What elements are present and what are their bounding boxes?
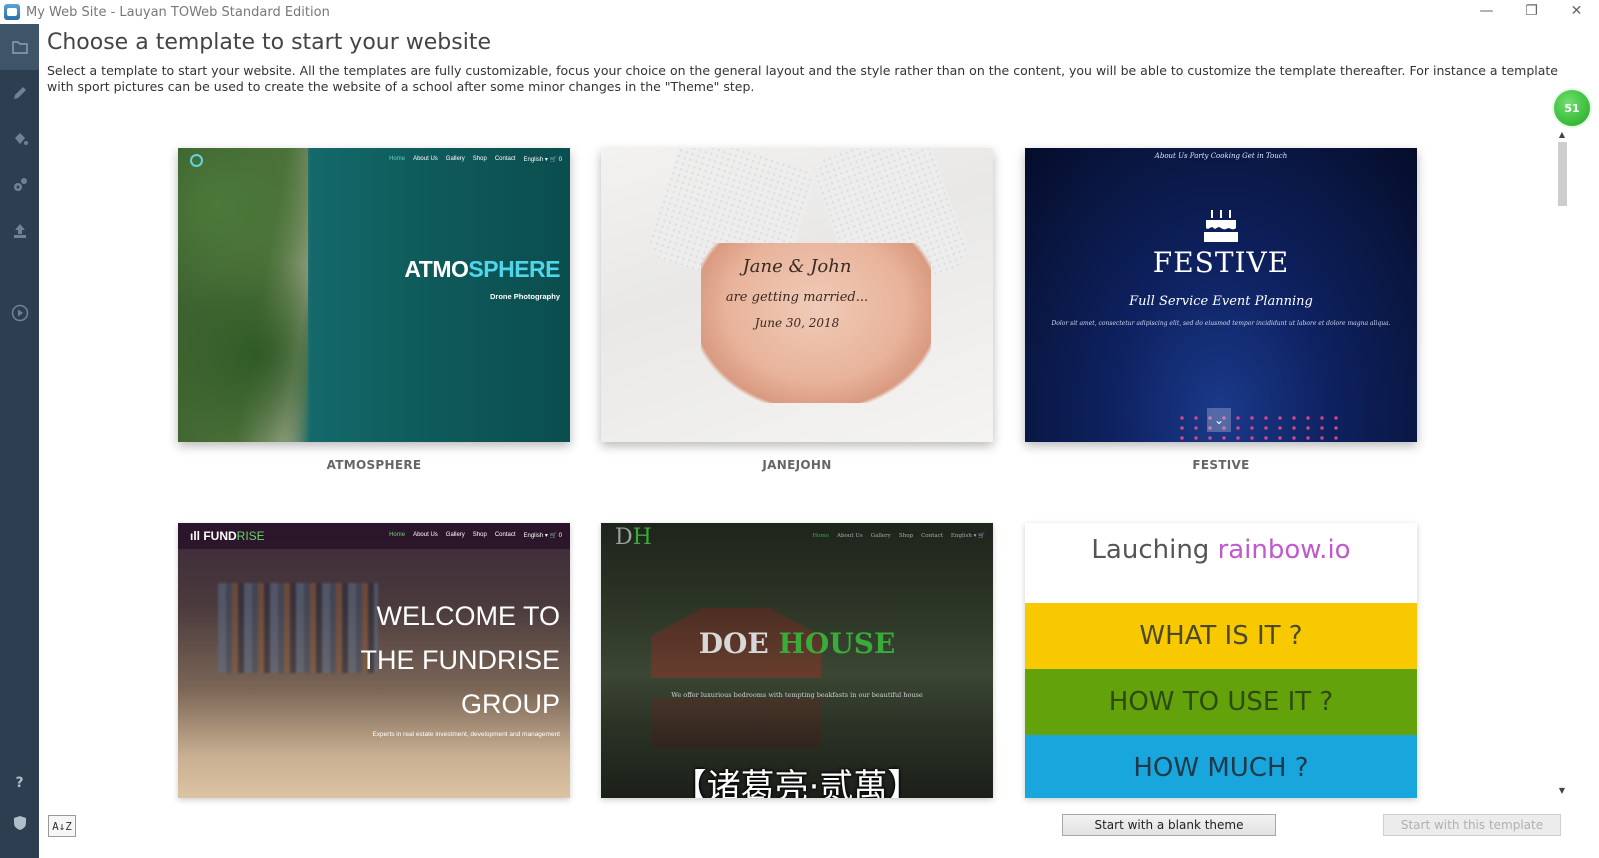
preview-band-blue: HOW MUCH ?: [1025, 735, 1417, 798]
preview-title: ATMOSPHERE: [404, 256, 560, 282]
start-blank-theme-button[interactable]: Start with a blank theme: [1062, 814, 1276, 836]
template-name: ATMOSPHERE: [326, 458, 422, 472]
preview-nav: Home About Us Gallery Shop Contact Engli…: [389, 156, 562, 163]
preview-subtitle: are getting married...: [725, 290, 869, 305]
template-card-rainbow[interactable]: Lauching rainbow.io WHAT IS IT ? HOW TO …: [1025, 523, 1417, 798]
scroll-down-arrow-icon[interactable]: ▼: [1557, 786, 1567, 796]
sidebar-item-theme[interactable]: [0, 116, 39, 162]
close-button[interactable]: ✕: [1554, 0, 1599, 22]
preview-logo: ıll FUNDRISE: [190, 529, 265, 543]
scroll-up-arrow-icon[interactable]: ▲: [1557, 130, 1567, 140]
template-card-atmosphere[interactable]: Home About Us Gallery Shop Contact Engli…: [178, 148, 570, 472]
watermark-overlay-text: 【诸葛亮·贰萬】: [672, 767, 922, 798]
preview-subtitle: Drone Photography: [489, 292, 560, 301]
template-card-doehouse[interactable]: DH Home About Us Gallery Shop Contact En…: [601, 523, 993, 798]
paint-bucket-icon: [14, 133, 28, 145]
preview-subtitle: Experts in real estate investment, devel…: [372, 731, 560, 738]
title-bar: My Web Site - Lauyan TOWeb Standard Edit…: [0, 0, 1599, 24]
start-with-template-button[interactable]: Start with this template: [1383, 814, 1561, 836]
shield-icon: [13, 816, 26, 830]
template-preview-doehouse[interactable]: DH Home About Us Gallery Shop Contact En…: [601, 523, 993, 798]
preview-band-yellow: WHAT IS IT ?: [1025, 603, 1417, 669]
preview-nav: Home About Us Gallery Shop Contact Engli…: [812, 533, 985, 539]
chevron-down-icon: ⌄: [1207, 408, 1231, 432]
preview-title: Jane & John: [742, 256, 852, 277]
template-name: FESTIVE: [1192, 458, 1250, 472]
preview-description: Dolor sit amet, consectetur adipiscing e…: [1051, 320, 1391, 327]
preview-title: DOE HOUSE: [698, 627, 896, 660]
preview-heading-line: THE FUNDRISE: [360, 645, 560, 675]
window-controls: — ❐ ✕: [1464, 0, 1599, 22]
sidebar-item-security[interactable]: [0, 800, 39, 846]
template-name: JANEJOHN: [762, 458, 832, 472]
sidebar-item-publish[interactable]: [0, 208, 39, 254]
template-preview-festive[interactable]: About Us Party Cooking Get in Touch FEST…: [1025, 148, 1417, 442]
sidebar: ?: [0, 24, 39, 858]
template-card-festive[interactable]: About Us Party Cooking Get in Touch FEST…: [1025, 148, 1417, 472]
gears-icon: [13, 178, 27, 191]
page-description: Select a template to start your website.…: [47, 63, 1558, 94]
bookshelf-image: [218, 583, 378, 673]
preview-title: Lauching rainbow.io: [1091, 535, 1351, 565]
minimize-button[interactable]: —: [1464, 0, 1509, 22]
window-title: My Web Site - Lauyan TOWeb Standard Edit…: [26, 4, 330, 20]
bars-icon: ıll: [190, 529, 204, 543]
app-icon: [4, 4, 20, 20]
preview-logo: DH: [615, 525, 652, 550]
folder-icon: [11, 41, 28, 54]
preview-nav: About Us Party Cooking Get in Touch: [1154, 152, 1288, 160]
preview-heading-line: GROUP: [460, 689, 560, 719]
vertical-scrollbar[interactable]: ▲ ▼: [1555, 130, 1569, 796]
scrollbar-thumb[interactable]: [1558, 142, 1567, 206]
preview-date: June 30, 2018: [754, 316, 840, 330]
upload-icon: [13, 224, 26, 238]
logo-icon: [190, 154, 203, 167]
preview-band-green: HOW TO USE IT ?: [1025, 669, 1417, 735]
sort-az-button[interactable]: A↓Z: [48, 815, 76, 837]
sidebar-item-site[interactable]: [0, 24, 39, 70]
preview-heading-line: WELCOME TO: [376, 601, 560, 631]
preview-title: FESTIVE: [1152, 246, 1290, 279]
preview-subtitle: We offer luxurious bedrooms with temptin…: [671, 691, 923, 699]
template-preview-atmosphere[interactable]: Home About Us Gallery Shop Contact Engli…: [178, 148, 570, 442]
sidebar-item-settings[interactable]: [0, 162, 39, 208]
notification-badge[interactable]: 51: [1552, 88, 1592, 128]
template-preview-janejohn[interactable]: Jane & John are getting married... June …: [601, 148, 993, 442]
template-card-fundrise[interactable]: ıll FUNDRISE Home About Us Gallery Shop …: [178, 523, 570, 798]
lake-reflection-image: [651, 698, 821, 748]
template-preview-rainbow[interactable]: Lauching rainbow.io WHAT IS IT ? HOW TO …: [1025, 523, 1417, 798]
cake-icon: [1204, 210, 1238, 242]
sidebar-item-edit[interactable]: [0, 70, 39, 116]
page-title: Choose a template to start your website: [47, 30, 491, 55]
forest-image: [178, 148, 308, 442]
preview-nav: Home About Us Gallery Shop Contact Engli…: [389, 532, 562, 539]
play-icon: [11, 304, 28, 322]
restore-button[interactable]: ❐: [1509, 0, 1554, 22]
sidebar-item-preview[interactable]: [0, 290, 39, 336]
template-card-janejohn[interactable]: Jane & John are getting married... June …: [601, 148, 993, 472]
template-preview-fundrise[interactable]: ıll FUNDRISE Home About Us Gallery Shop …: [178, 523, 570, 798]
pencil-icon: [13, 87, 26, 99]
preview-tagline: Full Service Event Planning: [1129, 294, 1313, 309]
lights-decoration: [1175, 413, 1345, 442]
